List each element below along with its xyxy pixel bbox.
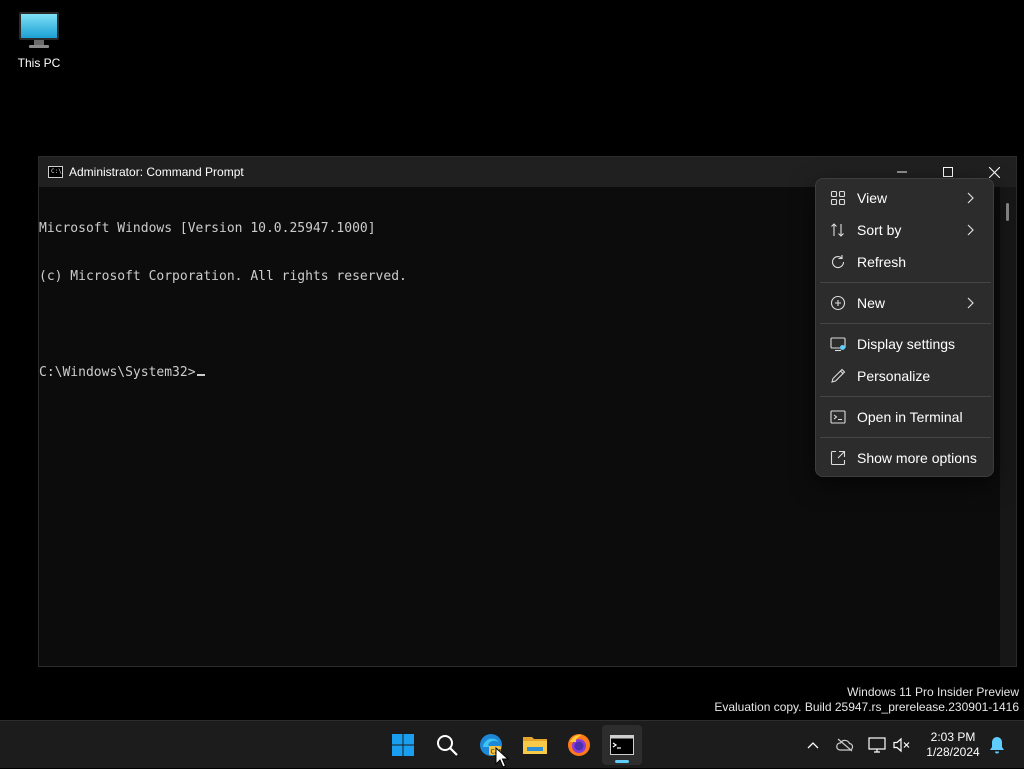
chevron-right-icon <box>967 224 974 236</box>
chevron-right-icon <box>967 297 974 309</box>
clock-time: 2:03 PM <box>930 730 976 744</box>
menu-item-label: New <box>857 295 886 311</box>
menu-item-display-settings[interactable]: Display settings <box>820 329 991 359</box>
chevron-right-icon <box>967 192 974 204</box>
console-prompt: C:\Windows\System32> <box>39 365 196 380</box>
menu-item-open-in-terminal[interactable]: Open in Terminal <box>820 402 991 432</box>
mouse-pointer-icon <box>495 747 509 768</box>
menu-item-label: Open in Terminal <box>857 409 963 425</box>
plus-circle-icon <box>830 295 846 311</box>
taskbar-command-prompt[interactable] <box>602 725 642 765</box>
maximize-icon <box>943 167 953 177</box>
menu-item-label: View <box>857 190 888 206</box>
taskbar[interactable]: CAN 2:03 PM 1/28/2024 <box>0 720 1024 768</box>
menu-item-label: Sort by <box>857 222 902 238</box>
menu-separator <box>820 323 991 324</box>
text-cursor <box>196 374 205 376</box>
notification-bell-icon <box>990 737 1004 754</box>
sort-icon <box>831 223 844 237</box>
show-hidden-icons-button[interactable] <box>802 733 824 757</box>
onedrive-icon <box>836 738 854 752</box>
menu-item-new[interactable]: New <box>820 288 991 318</box>
grid-icon <box>830 190 846 206</box>
taskbar-clock[interactable]: 2:03 PM 1/28/2024 <box>920 730 986 760</box>
command-prompt-icon: C:\ <box>48 166 63 178</box>
menu-separator <box>820 282 991 283</box>
vertical-scrollbar[interactable] <box>1000 187 1016 666</box>
menu-separator <box>820 437 991 438</box>
network-icon <box>868 737 886 753</box>
watermark-line-2: Evaluation copy. Build 25947.rs_prerelea… <box>714 700 1019 714</box>
command-prompt-icon <box>610 735 634 755</box>
start-icon <box>392 734 414 756</box>
desktop[interactable]: This PC C:\ Administrator: Command Promp… <box>0 0 1024 720</box>
clock-date: 1/28/2024 <box>926 745 980 759</box>
volume-tray-button[interactable] <box>891 733 913 757</box>
menu-item-view[interactable]: View <box>820 183 991 213</box>
desktop-icon-this-pc[interactable]: This PC <box>8 8 70 76</box>
minimize-icon <box>897 171 907 173</box>
firefox-icon <box>568 734 590 756</box>
menu-item-show-more-options[interactable]: Show more options <box>820 443 991 473</box>
volume-muted-icon <box>893 737 910 753</box>
refresh-icon <box>831 255 845 269</box>
display-icon <box>830 337 846 352</box>
menu-item-label: Refresh <box>857 254 907 270</box>
watermark-line-1: Windows 11 Pro Insider Preview <box>847 685 1019 699</box>
active-app-indicator <box>615 760 629 763</box>
terminal-icon <box>830 410 846 424</box>
computer-icon <box>17 10 61 50</box>
menu-item-personalize[interactable]: Personalize <box>820 361 991 391</box>
desktop-icon-label: This PC <box>17 56 61 70</box>
taskbar-file-explorer[interactable] <box>515 725 555 765</box>
start-button[interactable] <box>383 725 423 765</box>
menu-item-label: Display settings <box>857 336 956 352</box>
menu-item-sort-by[interactable]: Sort by <box>820 215 991 245</box>
window-title: Administrator: Command Prompt <box>69 165 244 179</box>
taskbar-firefox[interactable] <box>559 725 599 765</box>
pen-icon <box>831 368 846 383</box>
menu-item-label: Personalize <box>857 368 931 384</box>
file-explorer-icon <box>523 737 547 754</box>
onedrive-tray-button[interactable] <box>834 733 856 757</box>
evaluation-watermark: Windows 11 Pro Insider Preview Evaluatio… <box>714 685 1019 715</box>
expand-icon <box>830 450 846 466</box>
menu-item-label: Show more options <box>857 450 977 466</box>
scrollbar-thumb[interactable] <box>1006 203 1009 221</box>
chevron-up-icon <box>807 742 819 749</box>
close-icon <box>988 166 1000 178</box>
network-tray-button[interactable] <box>866 733 888 757</box>
desktop-context-menu[interactable]: View Sort by Refresh New Display setting… <box>815 178 994 477</box>
search-icon <box>437 735 458 756</box>
menu-separator <box>820 396 991 397</box>
notifications-button[interactable] <box>986 733 1008 757</box>
search-button[interactable] <box>427 725 467 765</box>
menu-item-refresh[interactable]: Refresh <box>820 247 991 277</box>
